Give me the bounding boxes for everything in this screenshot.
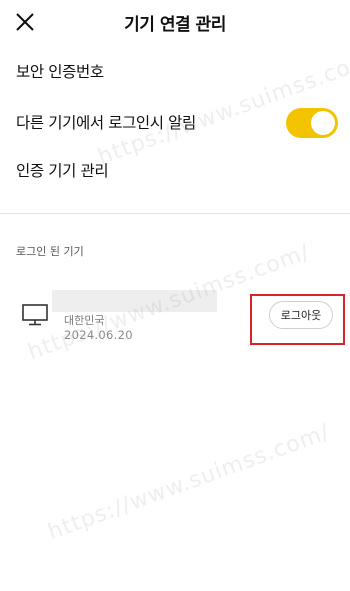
section-divider [0,213,350,214]
toggle-knob [311,111,335,135]
menu-item-security-code[interactable]: 보안 인증번호 [16,54,334,90]
device-login-date: 2024.06.20 [64,328,133,342]
page-title: 기기 연결 관리 [124,15,226,35]
monitor-icon [22,304,48,326]
device-list-item: 대한민국 2024.06.20 로그아웃 [0,280,350,360]
watermark: https://www.suimss.com/ [44,419,334,546]
device-name-redacted [52,290,217,312]
logout-button[interactable]: 로그아웃 [269,301,333,329]
app-header: 기기 연결 관리 [0,0,350,44]
login-alert-toggle[interactable] [286,108,338,138]
logged-in-devices-label: 로그인 된 기기 [16,245,84,258]
menu-item-login-alert: 다른 기기에서 로그인시 알림 [16,114,196,132]
device-country: 대한민국 [64,314,105,327]
menu-item-verified-devices[interactable]: 인증 기기 관리 [16,153,334,189]
